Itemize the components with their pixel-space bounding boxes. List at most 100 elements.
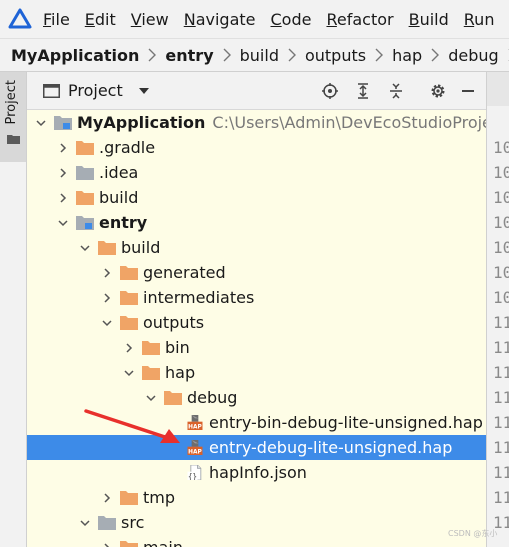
menu-mnemonic: N — [183, 9, 196, 29]
tree-item-label: hapInfo.json — [209, 463, 307, 482]
module-folder-icon — [54, 116, 72, 130]
menu-item[interactable]: File — [43, 10, 70, 29]
chevron-down-icon[interactable] — [138, 87, 149, 94]
menu-item[interactable]: View — [131, 10, 169, 29]
menu-mnemonic: C — [270, 9, 282, 29]
project-view-title[interactable]: Project — [68, 81, 123, 100]
tree-item-label: src — [121, 513, 145, 532]
breadcrumb-item[interactable]: outputs — [305, 46, 366, 65]
folder-icon — [120, 316, 138, 330]
breadcrumb-item[interactable]: debug — [448, 46, 498, 65]
tree-item-label: hap — [165, 363, 196, 382]
tree-item-label: MyApplication — [77, 113, 206, 132]
tree-item[interactable]: {} hapInfo.json — [27, 460, 486, 485]
tree-item[interactable]: intermediates — [27, 285, 486, 310]
menu-item[interactable]: Refactor — [326, 10, 393, 29]
tree-item[interactable]: entry — [27, 210, 486, 235]
breadcrumb-item[interactable]: MyApplication — [11, 46, 139, 65]
chevron-down-icon[interactable] — [58, 218, 68, 228]
tree-item-label: intermediates — [143, 288, 255, 307]
svg-text:HAP: HAP — [188, 424, 202, 430]
tree-item-label: bin — [165, 338, 190, 357]
locate-target-icon[interactable] — [322, 83, 338, 99]
chevron-right-icon[interactable] — [102, 292, 112, 303]
gear-icon[interactable] — [430, 83, 446, 99]
chevron-right-icon[interactable] — [102, 267, 112, 278]
chevron-placeholder — [168, 468, 178, 478]
folder-icon — [120, 266, 138, 280]
tree-item[interactable]: hap — [27, 360, 486, 385]
breadcrumb-item[interactable]: hap — [392, 46, 422, 65]
menu-label: un — [474, 9, 495, 29]
chevron-right-icon[interactable] — [58, 192, 68, 203]
line-number: 10 — [493, 213, 509, 232]
folder-icon — [98, 516, 116, 530]
tree-item[interactable]: generated — [27, 260, 486, 285]
folder-icon — [142, 341, 160, 355]
project-tool-tab[interactable]: Project — [0, 72, 26, 162]
collapse-all-icon[interactable] — [388, 83, 404, 99]
chevron-down-icon[interactable] — [124, 368, 134, 378]
tree-item-label: main — [143, 538, 183, 547]
line-number: 11 — [493, 388, 509, 407]
minimize-icon[interactable] — [460, 83, 476, 99]
menu-item[interactable]: Run — [464, 10, 495, 29]
tree-item-label: .gradle — [99, 138, 156, 157]
menu-item[interactable]: Edit — [85, 10, 116, 29]
tree-item[interactable]: HAP entry-bin-debug-lite-unsigned.hap — [27, 410, 486, 435]
tree-item[interactable]: debug — [27, 385, 486, 410]
chevron-placeholder — [168, 443, 178, 453]
tree-item-label: .idea — [99, 163, 139, 182]
editor-tab-strip — [487, 72, 509, 106]
tree-item[interactable]: MyApplication C:\Users\Admin\DevEcoStudio… — [27, 110, 486, 135]
folder-icon — [120, 541, 138, 547]
line-number: 11 — [493, 413, 509, 432]
chevron-down-icon[interactable] — [102, 318, 112, 328]
chevron-right-icon[interactable] — [102, 542, 112, 547]
tree-item[interactable]: .gradle — [27, 135, 486, 160]
menu-mnemonic: E — [84, 9, 95, 29]
tree-item-selected[interactable]: HAP entry-debug-lite-unsigned.hap — [27, 435, 486, 460]
breadcrumb-item[interactable]: build — [240, 46, 279, 65]
folder-tool-icon[interactable] — [7, 134, 20, 144]
folder-icon — [120, 291, 138, 305]
line-number: 11 — [493, 313, 509, 332]
folder-icon — [76, 191, 94, 205]
menu-mnemonic: R — [463, 9, 475, 29]
tree-item[interactable]: outputs — [27, 310, 486, 335]
svg-text:{}: {} — [188, 472, 197, 480]
chevron-down-icon[interactable] — [80, 243, 90, 253]
chevron-right-icon[interactable] — [102, 492, 112, 503]
menu-mnemonic: R — [326, 9, 337, 29]
tree-item[interactable]: .idea — [27, 160, 486, 185]
menu-item[interactable]: Code — [271, 10, 312, 29]
project-path: C:\Users\Admin\DevEcoStudioProjects\ — [212, 113, 486, 132]
tree-item[interactable]: build — [27, 235, 486, 260]
tree-item-label: generated — [143, 263, 226, 282]
chevron-right-icon — [288, 48, 296, 62]
line-number: 11 — [493, 338, 509, 357]
tree-item[interactable]: src — [27, 510, 486, 535]
line-number: 10 — [493, 288, 509, 307]
breadcrumb-item[interactable]: entry — [165, 46, 213, 65]
menu-item[interactable]: Build — [409, 10, 449, 29]
tree-item[interactable]: bin — [27, 335, 486, 360]
chevron-down-icon[interactable] — [146, 393, 156, 403]
chevron-right-icon[interactable] — [58, 142, 68, 153]
chevron-right-icon[interactable] — [124, 342, 134, 353]
breadcrumb: MyApplicationentrybuildoutputshapdebugHA… — [0, 38, 509, 72]
menu-mnemonic: F — [43, 9, 52, 29]
expand-all-icon[interactable] — [355, 83, 371, 99]
menu-mnemonic: V — [130, 9, 142, 29]
chevron-right-icon — [431, 48, 440, 62]
tree-item[interactable]: main — [27, 535, 486, 547]
menu-item[interactable]: Navigate — [184, 10, 256, 29]
line-number: 10 — [493, 163, 509, 182]
menu-mnemonic: B — [408, 9, 420, 29]
tree-item[interactable]: tmp — [27, 485, 486, 510]
chevron-down-icon[interactable] — [36, 118, 46, 128]
chevron-right-icon[interactable] — [58, 167, 68, 178]
chevron-down-icon[interactable] — [80, 518, 90, 528]
tree-item-label: entry-debug-lite-unsigned.hap — [209, 438, 453, 457]
tree-item[interactable]: build — [27, 185, 486, 210]
